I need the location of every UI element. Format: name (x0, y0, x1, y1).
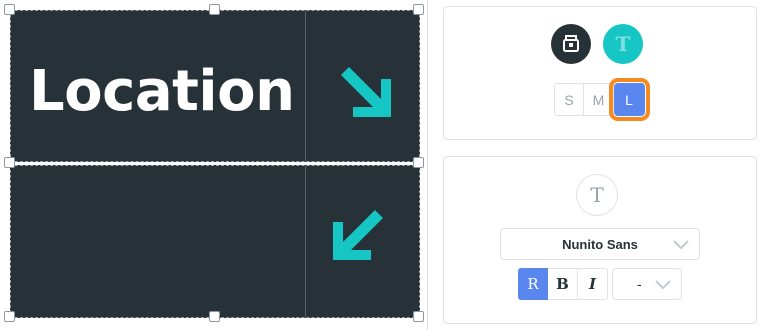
font-family-select[interactable]: Nunito Sans (500, 228, 700, 260)
resize-handle-top-right[interactable] (413, 4, 424, 15)
size-m-button[interactable]: M (584, 83, 614, 116)
bold-button[interactable]: B (548, 268, 578, 300)
paint-bucket-icon (563, 35, 579, 52)
arrow-down-right-icon (341, 67, 391, 117)
chevron-down-icon (673, 240, 689, 250)
location-heading[interactable]: Location (29, 64, 295, 120)
style-tab-button[interactable] (551, 24, 591, 64)
italic-button[interactable]: I (578, 268, 608, 300)
text-style-icon: T (576, 174, 618, 216)
column-guide (305, 11, 306, 161)
style-settings-card: T S M L (443, 6, 757, 140)
resize-handle-top-left[interactable] (4, 4, 15, 15)
resize-handle-bottom-right[interactable] (413, 311, 424, 322)
arrow-down-left-icon (333, 210, 383, 260)
font-family-value: Nunito Sans (562, 236, 638, 252)
size-selector: S M L (554, 78, 650, 121)
size-l-button[interactable]: L (609, 78, 650, 121)
column-guide (305, 166, 306, 317)
text-tab-button[interactable]: T (603, 24, 643, 64)
resize-handle-bottom-center[interactable] (209, 311, 220, 322)
spacing-select[interactable]: - (612, 268, 682, 300)
resize-handle-top-center[interactable] (209, 4, 220, 15)
location-body-block[interactable] (10, 165, 420, 318)
resize-handle-bottom-left[interactable] (4, 311, 15, 322)
resize-handle-middle-right[interactable] (413, 157, 424, 168)
spacing-value: - (637, 276, 642, 292)
regular-style-button[interactable]: R (518, 268, 548, 300)
editor-canvas[interactable]: Location (0, 0, 428, 330)
location-header-block[interactable]: Location (10, 10, 420, 162)
pane-divider (427, 0, 428, 330)
chevron-down-icon (655, 280, 671, 290)
text-format-row: R B I - (518, 268, 682, 300)
text-settings-card: T Nunito Sans R B I - (443, 156, 757, 324)
size-s-button[interactable]: S (554, 83, 584, 116)
resize-handle-middle-left[interactable] (4, 157, 15, 168)
text-t-icon: T (615, 32, 631, 56)
